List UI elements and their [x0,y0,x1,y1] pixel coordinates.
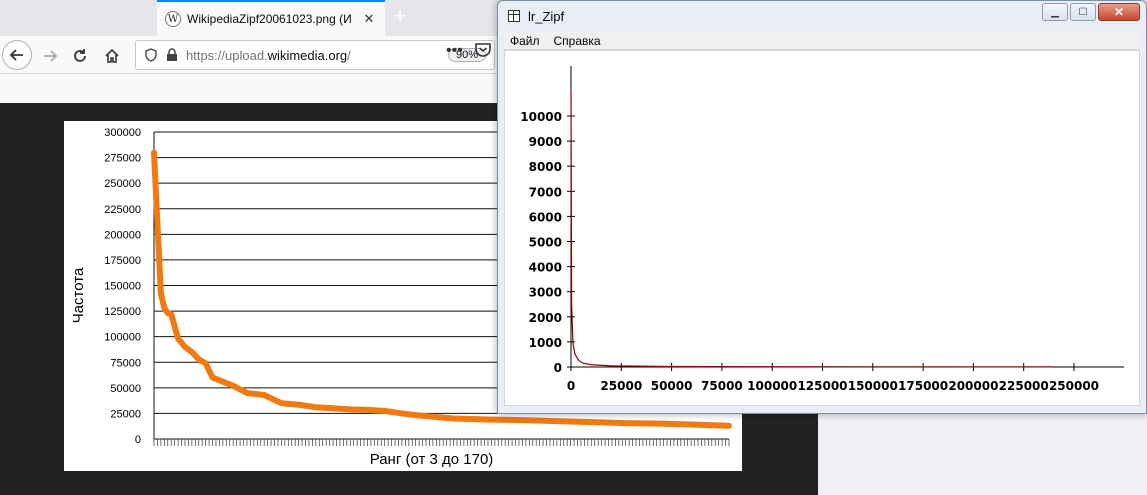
forward-arrow-icon [44,50,58,62]
x-tick-label: 175000 [898,379,948,393]
x-tick-label: 75000 [701,379,743,393]
back-arrow-icon [9,49,23,61]
wikipedia-globe-icon: W [165,11,181,27]
back-button[interactable] [2,40,32,70]
reload-button[interactable] [66,42,94,70]
y-tick-label: 300000 [104,127,141,139]
window-title: lr_Zipf [528,8,565,24]
url-text: https://upload.wikimedia.org/ [186,48,351,63]
menu-help[interactable]: Справка [548,34,607,48]
x-tick-label: 100000 [747,379,797,393]
caption-buttons: ▁ ☐ ✕ [1042,3,1140,21]
home-icon [105,48,119,63]
y-tick-label: 6000 [529,210,562,224]
page-actions-button[interactable]: ••• [446,42,463,60]
tracking-shield-icon [145,48,157,62]
y-tick-label: 10000 [520,110,562,124]
tab-close-icon[interactable]: ✕ [361,11,377,27]
y-tick-label: 225000 [104,204,141,216]
y-tick-label: 125000 [104,306,141,318]
app-icon [508,10,520,22]
y-tick-label: 5000 [529,236,562,250]
y-tick-label: 0 [135,434,141,446]
url-domain: wikimedia.org [267,47,348,63]
y-tick-label: 7000 [529,185,562,199]
y-tick-label: 75000 [110,357,141,369]
new-tab-button[interactable]: + [390,4,410,30]
y-tick-label: 200000 [104,229,141,241]
home-button[interactable] [98,42,126,70]
zipf-plot: 0 1000 2000 3000 4000 5000 6000 7000 8000 9000 100… [520,66,1124,393]
close-button[interactable]: ✕ [1098,3,1140,21]
x-tick-label: 225000 [999,379,1049,393]
browser-tab[interactable]: W WikipediaZipf20061023.png (И ✕ [157,0,385,36]
url-suffix: / [347,47,351,63]
data-line [570,90,1054,368]
x-tick-label: 125000 [797,379,847,393]
y-tick-label: 9000 [529,135,562,149]
y-tick-label: 50000 [110,383,141,395]
y-tick-label: 275000 [104,153,141,165]
plot-area: 0 1000 2000 3000 4000 5000 6000 7000 8000 9000 100… [504,50,1140,406]
y-tick-label: 3000 [529,286,562,300]
y-tick-label: 4000 [529,261,562,275]
x-tick-label: 50000 [651,379,693,393]
x-tick-label: 150000 [848,379,898,393]
y-tick-label: 0 [554,361,562,375]
x-tick-label: 0 [567,379,575,393]
url-prefix: https://upload. [186,47,268,63]
y-tick-label: 8000 [529,160,562,174]
y-tick-label: 100000 [104,332,141,344]
x-tick-label: 200000 [948,379,998,393]
pocket-icon [475,43,491,57]
tab-title: WikipediaZipf20061023.png (И [187,12,352,26]
forward-button[interactable] [36,42,64,70]
lock-icon [167,48,177,61]
menu-bar: Файл Справка [504,32,1140,50]
y-tick-label: 175000 [104,255,141,267]
y-tick-label: 2000 [529,311,562,325]
address-bar[interactable]: https://upload.wikimedia.org/ 90% [135,40,495,70]
y-tick-label: 250000 [104,178,141,190]
y-axis-label: Частота [70,267,87,323]
minimize-button[interactable]: ▁ [1042,3,1068,21]
menu-file[interactable]: Файл [504,34,546,48]
y-tick-label: 150000 [104,281,141,293]
pocket-button[interactable] [474,42,492,63]
maximize-button[interactable]: ☐ [1070,3,1096,21]
x-axis-label: Ранг (от 3 до 170) [370,451,494,468]
y-tick-label: 25000 [110,408,141,420]
reload-icon [74,49,86,62]
x-tick-label: 25000 [600,379,642,393]
lr-zipf-window: lr_Zipf ▁ ☐ ✕ Файл Справка 0 1000 2000 3000… [497,0,1147,414]
x-tick-label: 250000 [1049,379,1099,393]
y-tick-label: 1000 [529,336,562,350]
